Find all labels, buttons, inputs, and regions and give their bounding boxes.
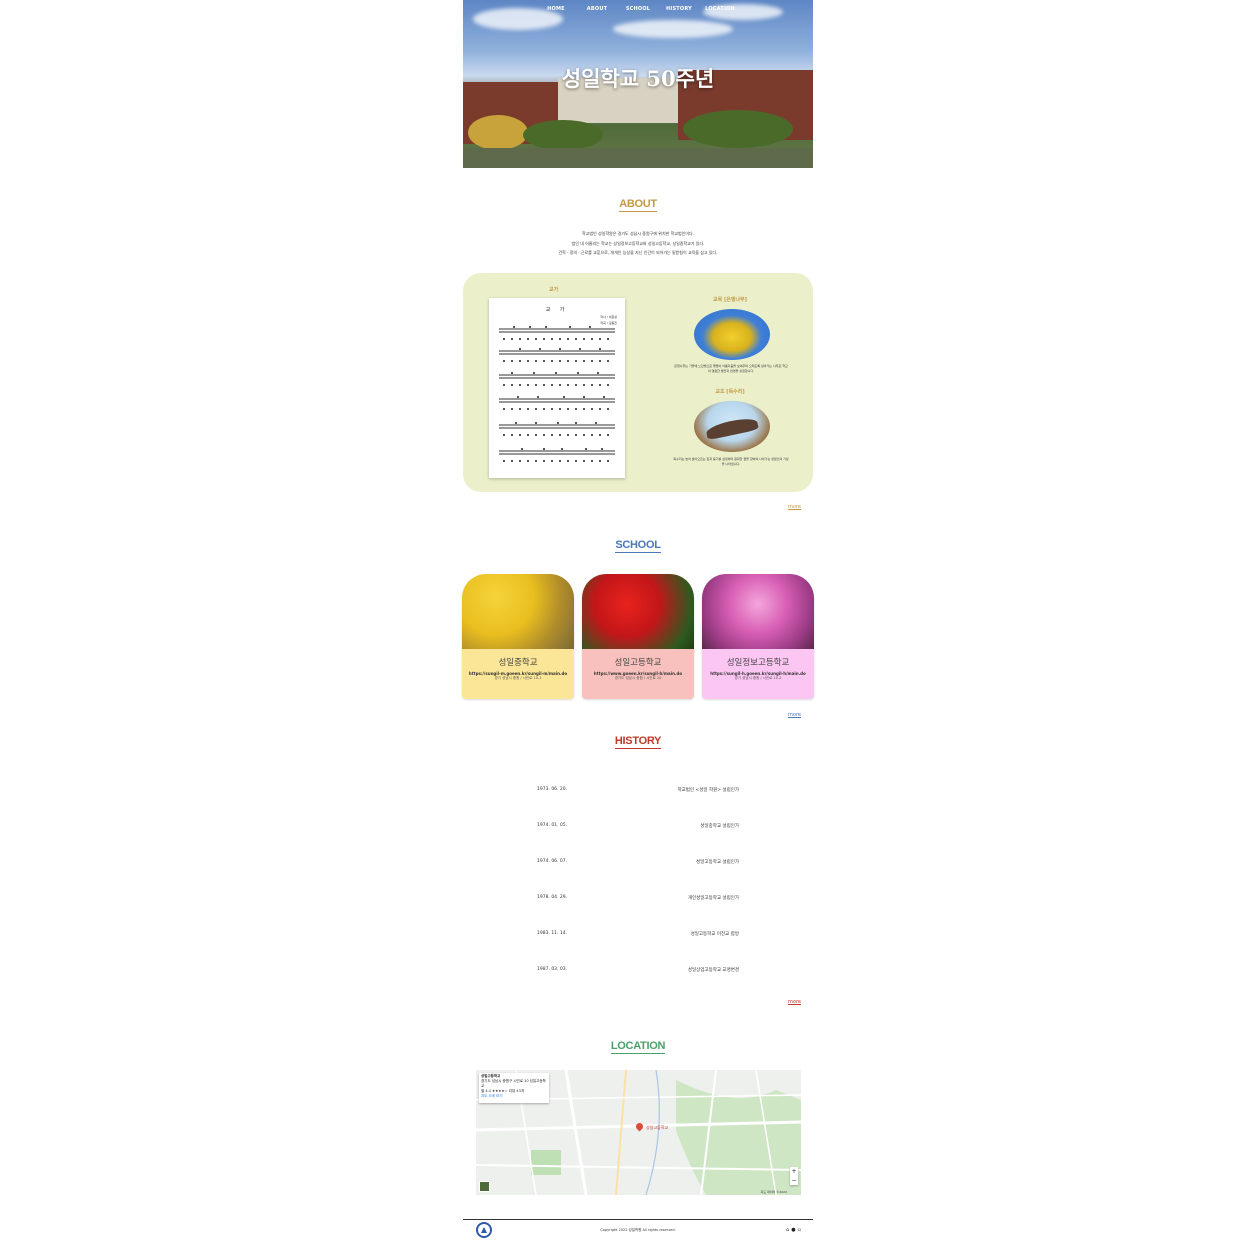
lyrics-line xyxy=(503,434,613,436)
history-event: 성일중학교 설립인가 xyxy=(700,824,739,829)
map-info-card: 성일고등학교 경기도 성남시 중원구 시민로 10 성일고등학교 별 4.4 ★… xyxy=(479,1073,549,1103)
history-date: 1983. 11. 14. xyxy=(537,931,568,936)
school-name: 성일고등학교 xyxy=(614,658,662,668)
about-box: 교가 교 가 작사 / 이은상 작곡 / 김동진 교목 [은행나무] 은행나무는… xyxy=(463,273,813,492)
history-row: 1974. 06. 07. 성일고등학교 설립인가 xyxy=(463,859,813,867)
embedded-map[interactable]: 성일고등학교 경기도 성남시 중원구 시민로 10 성일고등학교 별 4.4 ★… xyxy=(476,1070,801,1195)
school-card-middle[interactable]: 성일중학교 https://sungil-m.goeen.kr/sungil-m… xyxy=(462,574,574,699)
nav-about[interactable]: ABOUT xyxy=(577,6,618,12)
history-row: 1983. 11. 14. 성일고등학교 이전교 합방 xyxy=(463,931,813,939)
nav-location[interactable]: LOCATION xyxy=(700,6,741,12)
school-more-link[interactable]: more xyxy=(788,712,801,718)
history-event: 학교법인 <성일 학원> 설립인가 xyxy=(677,788,739,793)
school-name: 성일중학교 xyxy=(498,658,538,668)
school-tree-description: 은행나무는 가을에 노란빛으로 물들어 아름다움을 보여주며 오래도록 살아가는… xyxy=(674,364,788,373)
history-event: 성일고등학교 설립인가 xyxy=(696,860,739,865)
lyrics-line xyxy=(503,384,613,386)
hero-banner: HOME ABOUT SCHOOL HISTORY LOCATION 성일학교 … xyxy=(463,0,813,168)
music-staff xyxy=(499,372,615,380)
about-line: 건학 · 정의 · 근로를 교훈으로, 개개인 능성을 지닌 인간이 되어가는 … xyxy=(558,250,718,255)
about-title: ABOUT xyxy=(619,198,657,212)
red-roses-image xyxy=(582,574,694,649)
history-title: HISTORY xyxy=(614,735,662,749)
score-title: 교 가 xyxy=(545,307,569,313)
map-place-address: 경기도 성남시 중원구 시민로 10 성일고등학교 xyxy=(481,1079,546,1088)
school-card-high[interactable]: 성일고등학교 https://www.goeen.kr/sungil-h/mai… xyxy=(582,574,694,699)
anthem-score: 교 가 작사 / 이은상 작곡 / 김동진 xyxy=(489,298,625,478)
history-date: 1974. 01. 05. xyxy=(537,823,568,828)
history-date: 1973. 06. 20. xyxy=(537,787,568,792)
cloud xyxy=(613,20,733,38)
school-bird-description: 독수리는 높이 날아오르는 힘과 용기를 상징하며 원대한 꿈을 향하여 나아가… xyxy=(673,457,789,466)
lyrics-line xyxy=(503,460,613,462)
anthem-label: 교가 xyxy=(549,287,559,293)
lyrics-line xyxy=(503,360,613,362)
azalea-image xyxy=(702,574,814,649)
history-event: 개인성일고등학교 설립인가 xyxy=(687,896,739,901)
school-card-info-high[interactable]: 성일정보고등학교 https://sungil-h.goeen.kr/sungi… xyxy=(702,574,814,699)
map-zoom-control[interactable]: + − xyxy=(790,1167,798,1185)
history-more-link[interactable]: more xyxy=(788,999,801,1005)
nav-home[interactable]: HOME xyxy=(536,6,577,12)
tree xyxy=(683,110,793,148)
ginkgo-leaves-image xyxy=(462,574,574,649)
history-date: 1978. 04. 29. xyxy=(537,895,568,900)
nav-school[interactable]: SCHOOL xyxy=(618,6,659,12)
history-row: 1973. 06. 20. 학교법인 <성일 학원> 설립인가 xyxy=(463,787,813,795)
footer-icons: ⌂ ● ▫ xyxy=(786,1227,801,1233)
location-title: LOCATION xyxy=(610,1040,666,1054)
music-staff xyxy=(499,422,615,430)
history-event: 성일상업고등학교 교명변경 xyxy=(687,968,739,973)
map-pin-label: 성일고등학교 xyxy=(646,1125,669,1130)
map-larger-link[interactable]: 지도 크게 보기 xyxy=(481,1094,547,1099)
lyrics-line xyxy=(503,338,613,340)
music-staff xyxy=(499,396,615,404)
score-composer: 작곡 / 김동진 xyxy=(600,321,617,325)
history-row: 1987. 03. 03. 성일상업고등학교 교명변경 xyxy=(463,967,813,975)
school-name: 성일정보고등학교 xyxy=(726,658,790,668)
school-address: 경기 성남시 중원 / 시민로 10-1 xyxy=(494,676,542,680)
facebook-icon[interactable]: ● xyxy=(791,1227,795,1233)
top-nav: HOME ABOUT SCHOOL HISTORY LOCATION xyxy=(463,6,813,12)
school-title: SCHOOL xyxy=(615,539,661,553)
about-line: 학교법인 성일학원은 경기도 성남시 중원구에 위치한 학교법인이다. xyxy=(582,231,694,236)
music-staff xyxy=(499,326,615,334)
instagram-icon[interactable]: ▫ xyxy=(798,1227,801,1233)
page: HOME ABOUT SCHOOL HISTORY LOCATION 성일학교 … xyxy=(462,0,814,1244)
copyright: Copyright 2022 성일학원 All rights reserved. xyxy=(600,1228,676,1232)
school-address: 경기도 성남시 중원 / 시민로 10 xyxy=(614,676,662,680)
history-row: 1978. 04. 29. 개인성일고등학교 설립인가 xyxy=(463,895,813,903)
home-icon[interactable]: ⌂ xyxy=(786,1227,789,1233)
school-address: 경기 성남시 중원 / 시민로 10-2 xyxy=(734,676,782,680)
about-description: 학교법인 성일학원은 경기도 성남시 중원구에 위치한 학교법인이다. 법인 내… xyxy=(463,229,813,258)
history-date: 1974. 06. 07. xyxy=(537,859,568,864)
history-date: 1987. 03. 03. xyxy=(537,967,568,972)
zoom-in-button[interactable]: + xyxy=(790,1167,798,1176)
ground xyxy=(463,148,813,168)
history-row: 1974. 01. 05. 성일중학교 설립인가 xyxy=(463,823,813,831)
ginkgo-tree-image xyxy=(694,309,770,360)
history-event: 성일고등학교 이전교 합방 xyxy=(690,932,739,937)
map-attribution: 지도 데이터 ©2022 xyxy=(760,1190,787,1194)
tree xyxy=(468,115,528,150)
about-line: 법인 내 어울리는 학교는 성일정보고등학교와 성일고등학교, 성일중학교가 있… xyxy=(571,240,705,246)
zoom-out-button[interactable]: − xyxy=(790,1176,798,1185)
music-staff xyxy=(499,448,615,456)
school-bird-title: 교조 [독수리] xyxy=(715,389,745,395)
school-tree-title: 교목 [은행나무] xyxy=(713,297,747,303)
score-credits: 작사 / 이은상 작곡 / 김동진 xyxy=(600,314,617,326)
tree xyxy=(523,120,603,150)
nav-history[interactable]: HISTORY xyxy=(659,6,700,12)
hero-title: 성일학교 50주년 xyxy=(561,66,715,91)
footer-divider xyxy=(463,1219,813,1220)
about-more-link[interactable]: more xyxy=(788,504,801,510)
lyrics-line xyxy=(503,408,613,410)
map-satellite-toggle[interactable] xyxy=(479,1181,490,1192)
eagle-image xyxy=(694,401,770,452)
music-staff xyxy=(499,348,615,356)
